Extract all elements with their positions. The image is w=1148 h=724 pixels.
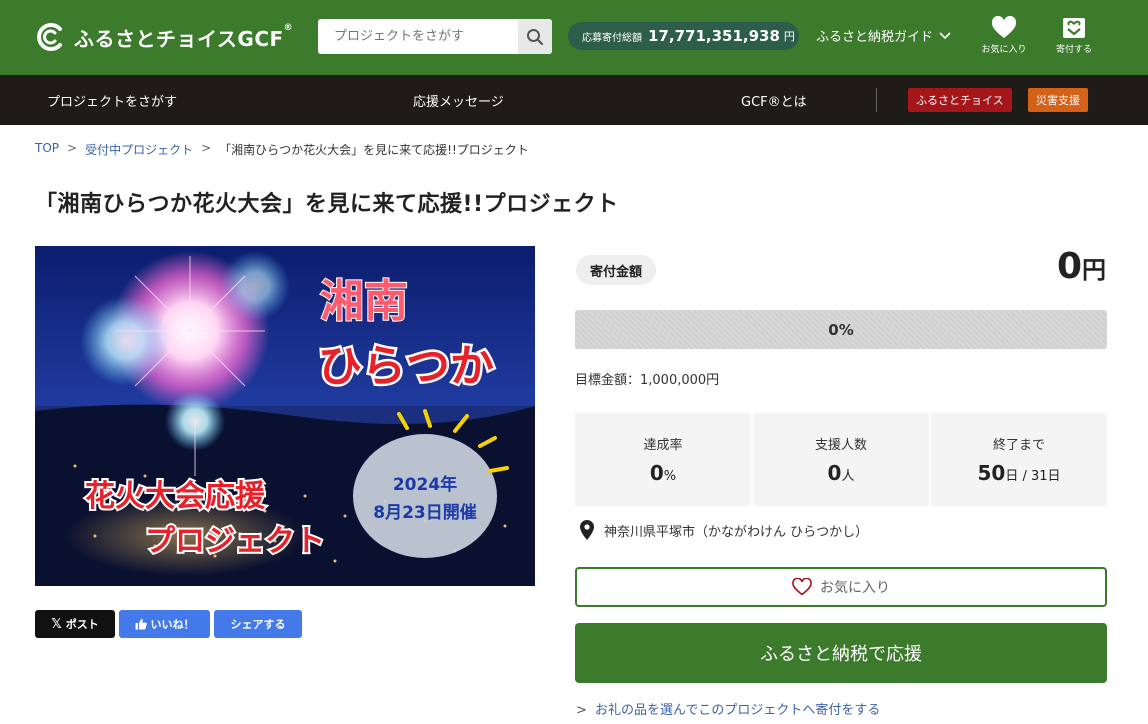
total-donation-label: 応募寄付総額 bbox=[582, 32, 642, 44]
facebook-like-button[interactable]: いいね！ bbox=[119, 610, 210, 638]
hero-text-hiratsuka: ひらつか bbox=[318, 341, 494, 392]
stat-label: 終了まで bbox=[992, 438, 1045, 453]
stat-days-remaining: 終了まで 50日 / 31日 bbox=[931, 413, 1107, 506]
search-box bbox=[318, 19, 552, 54]
site-header: ふるさとチョイスGCF® 応募寄付総額 17,771,351,938 円 ふるさ… bbox=[0, 0, 1148, 75]
choose-gift-link[interactable]: > お礼の品を選んでこのプロジェクトへ寄付をする bbox=[576, 699, 880, 718]
favorites-header-button[interactable]: お気に入り bbox=[974, 14, 1034, 55]
facebook-like-label: いいね！ bbox=[150, 618, 195, 631]
add-favorite-label: お気に入り bbox=[820, 580, 890, 596]
logo-text: ふるさとチョイスGCF® bbox=[74, 22, 294, 51]
donation-amount-value: 0 bbox=[1056, 246, 1082, 287]
stat-label: 支援人数 bbox=[814, 438, 867, 453]
funding-progress-text: 0% bbox=[828, 320, 854, 339]
funding-progress-bar: 0% bbox=[575, 310, 1107, 349]
total-donation-pill: 応募寄付総額 17,771,351,938 円 bbox=[568, 22, 799, 50]
hero-text-shonan: 湘南 bbox=[320, 276, 408, 327]
heart-outline-icon bbox=[792, 578, 812, 596]
thumbs-up-icon bbox=[135, 618, 147, 630]
nav-item-messages[interactable]: 応援メッセージ bbox=[413, 91, 504, 110]
facebook-share-label: シェアする bbox=[230, 618, 286, 631]
hero-text-date: 8月23日開催 bbox=[373, 502, 477, 523]
search-icon bbox=[527, 28, 544, 45]
donate-header-label: 寄付する bbox=[1055, 45, 1092, 55]
nav-divider bbox=[876, 88, 877, 112]
breadcrumb-current: 「湘南ひらつか花火大会」を見に来て応援!!プロジェクト bbox=[219, 143, 529, 157]
gift-box-icon bbox=[1063, 18, 1085, 38]
nav-badge-furusato-choice[interactable]: ふるさとチョイス bbox=[908, 88, 1012, 112]
breadcrumb: TOP > 受付中プロジェクト > 「湘南ひらつか花火大会」を見に来て応援!!プ… bbox=[35, 141, 529, 158]
page-title: 「湘南ひらつか花火大会」を見に来て応援!!プロジェクト bbox=[35, 192, 619, 217]
search-input[interactable] bbox=[318, 19, 518, 54]
search-button[interactable] bbox=[518, 19, 552, 54]
x-post-button[interactable]: 𝕏 ポスト bbox=[35, 610, 115, 638]
furusato-guide-menu[interactable]: ふるさと納税ガイド bbox=[816, 26, 951, 45]
chevron-right-icon: > bbox=[576, 703, 587, 718]
project-location: 神奈川県平塚市（かながわけん ひらつかし） bbox=[580, 520, 868, 540]
breadcrumb-category[interactable]: 受付中プロジェクト bbox=[85, 141, 193, 158]
total-donation-unit: 円 bbox=[783, 30, 795, 43]
chevron-down-icon bbox=[939, 31, 951, 39]
facebook-share-button[interactable]: シェアする bbox=[214, 610, 302, 638]
add-favorite-button[interactable]: お気に入り bbox=[575, 567, 1107, 607]
stat-achievement-rate: 達成率 0% bbox=[575, 413, 751, 506]
stat-value: 0人 bbox=[827, 461, 855, 485]
fireworks-illustration: 湘南 ひらつか 2024年 8月23日開催 花火大会応援 プロジェクト bbox=[35, 246, 535, 586]
site-logo[interactable]: ふるさとチョイスGCF® bbox=[34, 20, 293, 54]
heart-icon bbox=[991, 16, 1017, 38]
stat-label: 達成率 bbox=[643, 438, 683, 453]
nav-item-about-gcf[interactable]: GCF®とは bbox=[741, 91, 807, 110]
project-location-text: 神奈川県平塚市（かながわけん ひらつかし） bbox=[604, 524, 869, 540]
stat-value: 0% bbox=[649, 461, 677, 485]
favorites-header-label: お気に入り bbox=[981, 45, 1027, 55]
donation-amount-tag: 寄付金額 bbox=[576, 255, 657, 285]
stat-value: 50日 / 31日 bbox=[977, 461, 1061, 485]
x-logo-icon: 𝕏 bbox=[51, 616, 62, 632]
breadcrumb-separator: > bbox=[201, 141, 212, 155]
donate-header-button[interactable]: 寄付する bbox=[1044, 14, 1104, 55]
hero-text-festival: 花火大会応援 bbox=[85, 479, 266, 514]
x-post-label: ポスト bbox=[65, 618, 99, 631]
total-donation-value: 17,771,351,938 bbox=[648, 27, 780, 45]
hero-text-year: 2024年 bbox=[393, 474, 457, 495]
donation-amount: 0 円 bbox=[1057, 246, 1106, 287]
hero-text-project: プロジェクト bbox=[145, 524, 325, 559]
donation-amount-unit: 円 bbox=[1082, 256, 1106, 284]
goal-amount: 目標金額：1,000,000円 bbox=[575, 373, 720, 388]
stat-supporters: 支援人数 0人 bbox=[753, 413, 929, 506]
breadcrumb-top[interactable]: TOP bbox=[35, 141, 59, 158]
guide-label: ふるさと納税ガイド bbox=[816, 30, 934, 45]
main-nav: プロジェクトをさがす 応援メッセージ GCF®とは ふるさとチョイス 災害支援 bbox=[0, 75, 1148, 125]
donate-furusato-button[interactable]: ふるさと納税で応援 bbox=[575, 623, 1107, 683]
map-pin-icon bbox=[580, 520, 594, 540]
nav-item-search-projects[interactable]: プロジェクトをさがす bbox=[47, 91, 177, 110]
breadcrumb-separator: > bbox=[67, 141, 78, 155]
project-hero-image: 湘南 ひらつか 2024年 8月23日開催 花火大会応援 プロジェクト bbox=[35, 246, 535, 586]
logo-mark-icon bbox=[37, 23, 62, 51]
nav-badge-disaster-support[interactable]: 災害支援 bbox=[1028, 88, 1088, 112]
